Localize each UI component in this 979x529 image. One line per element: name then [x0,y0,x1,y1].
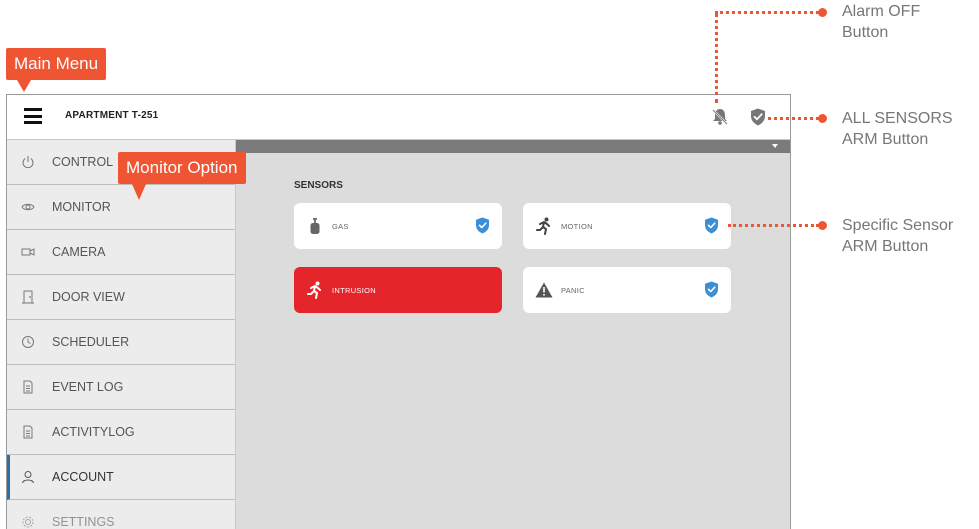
eye-icon [21,200,35,214]
specific-sensor-marker [818,221,827,230]
monitor-option-callout: Monitor Option [118,152,246,184]
arm-all-sensors-button[interactable] [748,107,768,127]
shield-check-icon [705,281,718,298]
annotation-line: Alarm OFF [842,3,921,20]
shield-check-icon [705,217,718,234]
all-sensors-marker [818,114,827,123]
specific-sensor-annotation: Specific Sensor ARM Button [842,215,953,257]
sidebar-item-activity-log[interactable]: ACTIVITYLOG [7,410,235,455]
annotation-line: ALL SENSORS [842,110,953,127]
alarm-off-leader-line [715,13,718,103]
sidebar-item-label: ACTIVITYLOG [52,425,135,439]
sidebar-item-event-log[interactable]: EVENT LOG [7,365,235,410]
document-icon [21,425,35,439]
clock-icon [21,335,35,349]
sidebar-item-label: SCHEDULER [52,335,130,349]
specific-sensor-leader-line [728,224,819,227]
alarm-off-leader-line [715,11,819,14]
page-title: APARTMENT T-251 [65,110,159,121]
annotation-line: Specific Sensor [842,217,954,234]
sidebar-item-label: SETTINGS [52,515,115,529]
content-header-strip [236,140,790,153]
shield-check-icon [476,217,489,234]
sidebar-item-label: MONITOR [52,200,111,214]
sensor-arm-button[interactable] [475,217,490,234]
main-menu-callout: Main Menu [6,48,107,80]
sensor-card-intrusion[interactable]: INTRUSION [294,267,502,313]
annotation-line: ARM Button [842,131,929,148]
sidebar-item-camera[interactable]: CAMERA [7,230,235,275]
gear-icon [21,515,35,529]
sensor-arm-button[interactable] [704,217,719,234]
sidebar-item-label: DOOR VIEW [52,290,125,304]
user-icon [21,470,35,484]
sensor-card-gas[interactable]: GAS [294,203,502,249]
sensor-label: GAS [332,221,349,231]
sensor-card-panic[interactable]: PANIC [523,267,731,313]
all-sensors-annotation: ALL SENSORS ARM Button [842,108,953,150]
section-title: SENSORS [294,180,343,191]
sidebar-item-account[interactable]: ACCOUNT [7,455,235,500]
sidebar-nav: CONTROL MONITOR CAMERA DOOR VIEW SCHEDUL… [7,140,236,529]
gas-cylinder-icon [306,217,324,235]
all-sensors-leader-line [768,117,819,120]
warning-icon [535,281,553,299]
running-person-icon [306,281,324,299]
alarm-off-marker [818,8,827,17]
sensor-label: PANIC [561,285,585,295]
sidebar-item-settings[interactable]: SETTINGS [7,500,235,529]
sidebar-item-label: EVENT LOG [52,380,124,394]
bell-off-icon [712,109,728,125]
sensor-label: MOTION [561,221,593,231]
sidebar-item-label: CONTROL [52,155,114,169]
document-icon [21,380,35,394]
sidebar-item-door-view[interactable]: DOOR VIEW [7,275,235,320]
sensor-card-motion[interactable]: MOTION [523,203,731,249]
dropdown-arrow-icon[interactable] [772,144,778,148]
monitor-option-callout-pointer [132,184,146,200]
sidebar-item-label: CAMERA [52,245,106,259]
running-person-icon [535,217,553,235]
sidebar-item-monitor[interactable]: MONITOR [7,185,235,230]
annotation-line: Button [842,24,889,41]
sensor-label: INTRUSION [332,285,376,295]
alarm-off-button[interactable] [710,107,730,127]
sidebar-item-scheduler[interactable]: SCHEDULER [7,320,235,365]
alarm-off-annotation: Alarm OFF Button [842,1,920,43]
hamburger-menu-icon[interactable] [24,108,42,124]
door-icon [21,290,35,304]
camera-icon [21,245,35,259]
annotation-line: ARM Button [842,238,929,255]
power-icon [21,155,35,169]
sensor-arm-button[interactable] [704,281,719,298]
top-bar: APARTMENT T-251 [7,95,790,140]
main-menu-callout-pointer [17,80,31,92]
main-content: SENSORS GAS MOTION INTRUSION PANIC [236,140,790,529]
shield-check-icon [751,108,765,126]
sidebar-item-label: ACCOUNT [52,470,114,484]
